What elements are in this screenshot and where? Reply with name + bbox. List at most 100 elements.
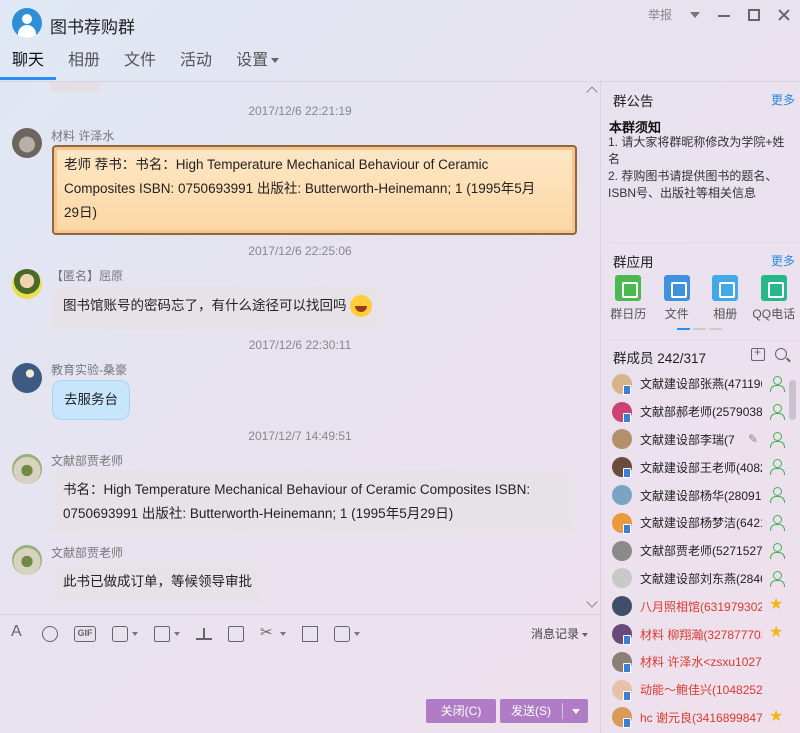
member-name: 八月照相馆(631979302) [640,599,762,614]
avatar[interactable] [12,269,42,299]
admin-icon [769,403,785,420]
send-button[interactable]: 发送(S) [500,699,588,723]
app-qq-call[interactable]: QQ电话 [750,275,799,322]
list-item[interactable]: 文献建设部张燕(4711960 [612,370,788,398]
list-item[interactable]: hc 谢元良(3416899847) [612,704,788,732]
member-list[interactable]: 文献建设部张燕(4711960 文献部郝老师(2579038 文献建设部李瑞(7… [612,370,788,733]
admin-icon [769,542,785,559]
members-heading: 群成员 242/317 [613,351,707,366]
message-text: 去服务台 [64,392,118,407]
avatar[interactable] [12,363,42,393]
avatar [612,624,632,646]
chevron-down-icon[interactable] [690,11,700,18]
group-apps: 群日历 文件 相册 QQ电话 [604,275,798,322]
apps-more-link[interactable]: 更多 [771,252,795,269]
announcement-more-link[interactable]: 更多 [771,91,795,108]
group-avatar[interactable] [12,8,42,38]
admin-icon [769,570,785,587]
scroll-down-icon[interactable] [586,596,598,608]
phone-icon [760,275,787,301]
report-link[interactable]: 举报 [648,6,672,23]
list-item[interactable]: 材料 许泽水<zsxu1027@qq.c [612,648,788,676]
search-icon[interactable] [775,348,787,360]
picture-icon[interactable] [154,626,170,642]
message-options-icon[interactable] [334,626,350,642]
avatar [612,429,632,450]
close-button[interactable]: 关闭(C) [426,699,496,723]
announcement-body: 1. 请大家将群昵称修改为学院+姓名 2. 荐购图书请提供图书的题名、ISBN号… [608,134,794,202]
invite-member-icon[interactable] [751,345,765,361]
maximize-icon[interactable] [748,8,760,21]
panel-rule [601,340,800,341]
tab-settings-label: 设置 [236,52,269,69]
list-item[interactable]: 八月照相馆(631979302) [612,592,788,620]
emoji-icon[interactable] [42,626,58,642]
tab-files[interactable]: 文件 [112,48,168,80]
message-bubble[interactable]: 去服务台 [52,380,130,420]
avatar [612,540,632,561]
clipboard-icon[interactable] [302,626,318,642]
apps-pager[interactable] [677,328,722,330]
gift-icon[interactable] [228,626,244,642]
apps-heading: 群应用 [613,255,654,270]
member-name: 文献建设部杨华(28091 [640,488,762,503]
avatar [612,568,632,589]
list-item[interactable]: 文献部贾老师(52715279 [612,537,788,565]
pencil-icon[interactable]: ✎ [748,432,758,446]
app-album[interactable]: 相册 [701,275,750,322]
gif-icon[interactable]: GIF [74,626,96,642]
avatar [612,679,632,701]
input-divider [0,614,600,615]
message-line: 老师 荐书：书名：High Temperature Mechanical Beh… [64,157,489,172]
message-line: 书名：High Temperature Mechanical Behaviour… [63,482,531,497]
list-item[interactable]: 动能～鲍佳兴(1048252259) [612,676,788,704]
avatar[interactable] [12,545,42,575]
window-controls: 举报 [648,6,790,23]
caret-down-icon[interactable] [354,632,360,636]
list-item[interactable]: 文献建设部杨华(28091 [612,481,788,509]
member-name: 文献建设部王老师(4082 [640,460,762,475]
member-name: 文献建设部杨梦洁(6421 [640,516,762,531]
scroll-up-icon[interactable] [586,86,598,98]
member-name: 文献部贾老师(52715279 [640,544,762,559]
message-bubble[interactable]: 老师 荐书：书名：High Temperature Mechanical Beh… [52,145,577,235]
avatar[interactable] [12,454,42,484]
avatar[interactable] [12,128,42,158]
message-bubble[interactable]: 此书已做成订单，等候领导审批 [52,563,263,603]
message-bubble[interactable]: 图书馆账号的密码忘了，有什么途径可以找回吗 [52,287,384,329]
member-name: 文献建设部李瑞(7 [640,432,735,447]
message-history-button[interactable]: 消息记录 [531,625,589,642]
tab-chat[interactable]: 聊天 [0,48,57,80]
app-files[interactable]: 文件 [653,275,702,322]
laughing-emoji-icon [350,295,373,318]
tab-settings[interactable]: 设置 [224,48,291,80]
member-list-scrollbar[interactable] [789,380,796,420]
scissors-icon[interactable] [260,623,276,642]
minimize-icon[interactable] [718,9,730,21]
list-item[interactable]: 文献建设部刘东燕(2846 [612,565,788,593]
upload-file-icon[interactable] [196,626,212,642]
app-calendar[interactable]: 群日历 [604,275,653,322]
close-icon[interactable] [778,9,790,21]
avatar [612,707,632,729]
app-label: 文件 [664,307,689,321]
chat-messages[interactable]: 2017/12/6 22:21:19 材料 许泽水 老师 荐书：书名：High … [0,82,600,612]
tab-activity[interactable]: 活动 [168,48,224,80]
avatar [612,485,632,506]
tab-bar: 聊天 相册 文件 活动 设置 [0,48,600,80]
message-timestamp: 2017/12/7 14:49:51 [248,429,352,443]
font-icon[interactable] [10,623,26,642]
magic-expression-icon[interactable] [112,626,128,642]
list-item[interactable]: 材料 柳翔瀚(3278777033 [612,620,788,648]
caret-down-icon[interactable] [280,632,286,636]
caret-down-icon[interactable] [174,632,180,636]
tab-album[interactable]: 相册 [56,48,112,80]
title-bar: 图书荐购群 举报 [0,0,800,46]
list-item[interactable]: 文献建设部王老师(4082 [612,453,788,481]
list-item[interactable]: 文献部郝老师(2579038 [612,398,788,426]
send-options-icon[interactable] [572,709,580,714]
message-bubble[interactable]: 书名：High Temperature Mechanical Behaviour… [52,471,573,535]
list-item[interactable]: 文献建设部杨梦洁(6421 [612,509,788,537]
caret-down-icon[interactable] [132,632,138,636]
list-item[interactable]: 文献建设部李瑞(7 ✎ [612,426,788,454]
